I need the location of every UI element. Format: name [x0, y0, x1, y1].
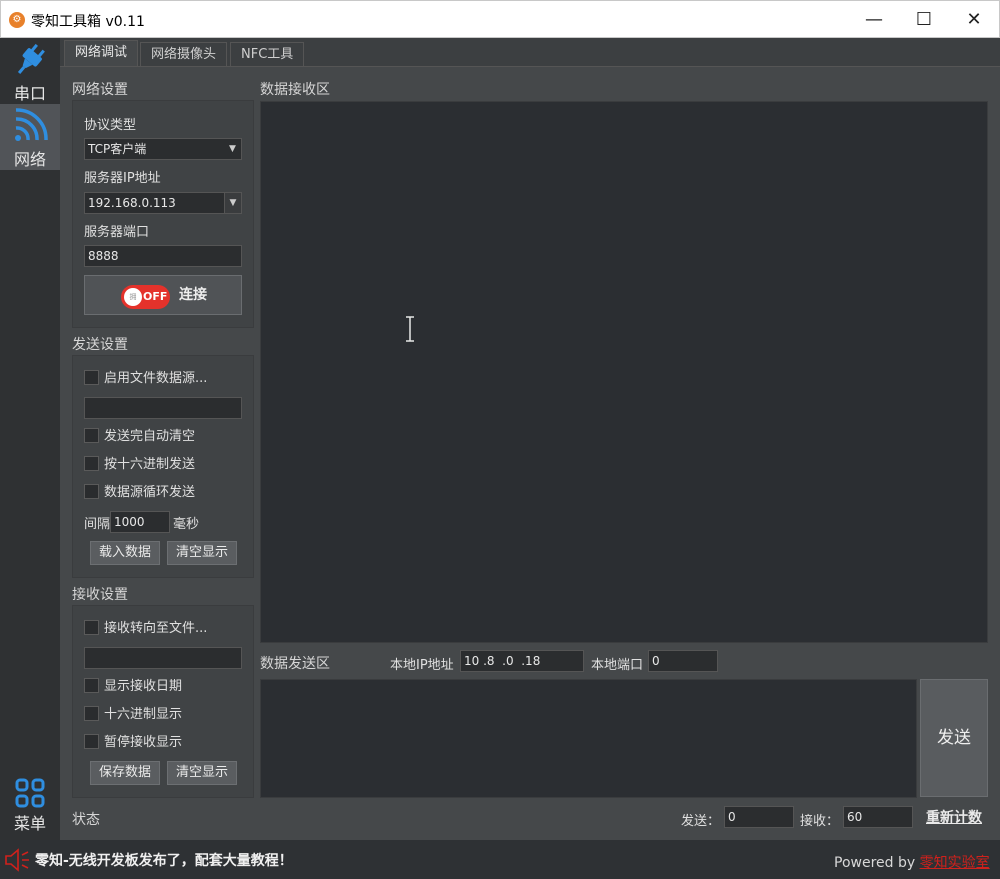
load-data-button[interactable]: 载入数据 — [90, 541, 160, 565]
send-button[interactable]: 发送 — [920, 679, 988, 797]
receive-area-title: 数据接收区 — [260, 82, 330, 98]
network-settings-title: 网络设置 — [72, 82, 128, 98]
sent-count-label: 发送： — [681, 814, 721, 829]
toggle-knob: 拥 — [124, 288, 142, 306]
receive-text-area[interactable] — [260, 101, 988, 643]
apps-grid-icon — [15, 778, 45, 808]
sent-count-value: 0 — [724, 806, 794, 828]
hex-display-checkbox[interactable]: 十六进制显示 — [84, 705, 182, 725]
pause-display-checkbox[interactable]: 暂停接收显示 — [84, 733, 182, 753]
send-area-title: 数据发送区 — [260, 656, 330, 672]
show-date-checkbox[interactable]: 显示接收日期 — [84, 677, 182, 697]
local-ip-label: 本地IP地址 — [390, 658, 454, 673]
clear-recv-display-button[interactable]: 清空显示 — [167, 761, 237, 785]
maximize-button[interactable]: ☐ — [899, 1, 949, 38]
nav-label-network: 网络 — [13, 150, 46, 169]
window-title: 零知工具箱 v0.11 — [31, 14, 145, 30]
receive-settings-title: 接收设置 — [72, 587, 128, 603]
auto-clear-label: 发送完自动清空 — [104, 429, 196, 444]
nav-label-menu: 菜单 — [13, 814, 46, 833]
powered-link[interactable]: 零知实验室 — [920, 855, 990, 871]
tab-bar: 网络调试 网络摄像头 NFC工具 — [60, 38, 1000, 67]
file-source-checkbox[interactable]: 启用文件数据源... — [84, 369, 207, 389]
chevron-down-icon: ▼ — [229, 144, 236, 154]
hex-send-checkbox[interactable]: 按十六进制发送 — [84, 455, 195, 475]
server-port-label: 服务器端口 — [84, 225, 150, 240]
loop-send-checkbox[interactable]: 数据源循环发送 — [84, 483, 195, 503]
checkbox[interactable] — [84, 370, 99, 385]
checkbox[interactable] — [84, 734, 99, 749]
recv-count-value: 60 — [843, 806, 913, 828]
pause-display-label: 暂停接收显示 — [104, 735, 183, 750]
text-cursor-icon — [406, 316, 414, 342]
interval-unit: 毫秒 — [173, 517, 200, 532]
reset-count-link[interactable]: 重新计数 — [926, 807, 982, 827]
checkbox[interactable] — [84, 678, 99, 693]
checkbox[interactable] — [84, 456, 99, 471]
powered-prefix: Powered by — [834, 855, 920, 871]
nav-item-network[interactable]: 网络 — [0, 104, 60, 170]
save-data-button[interactable]: 保存数据 — [90, 761, 160, 785]
file-source-label: 启用文件数据源... — [104, 371, 208, 386]
nav-label-serial: 串口 — [13, 84, 46, 103]
server-port-input[interactable]: 8888 — [84, 245, 242, 267]
local-port-label: 本地端口 — [591, 658, 644, 673]
server-ip-select[interactable]: 192.168.0.113 ▼ — [84, 192, 242, 214]
auto-clear-checkbox[interactable]: 发送完自动清空 — [84, 427, 195, 447]
protocol-value: TCP客户端 — [88, 142, 147, 156]
wifi-icon — [15, 108, 48, 141]
interval-input[interactable]: 1000 — [110, 511, 170, 533]
hex-send-label: 按十六进制发送 — [104, 457, 196, 472]
tab-network-debug[interactable]: 网络调试 — [64, 40, 139, 67]
send-settings-title: 发送设置 — [72, 337, 128, 353]
close-button[interactable]: ✕ — [949, 1, 999, 38]
nav-item-serial[interactable]: 串口 — [0, 38, 60, 104]
loop-send-label: 数据源循环发送 — [104, 485, 196, 500]
file-source-path-input[interactable] — [84, 397, 242, 419]
redirect-to-file-checkbox[interactable]: 接收转向至文件... — [84, 619, 207, 639]
status-label: 状态 — [72, 812, 100, 828]
gear-icon: ⚙ — [9, 12, 25, 28]
checkbox[interactable] — [84, 620, 99, 635]
tab-network-camera[interactable]: 网络摄像头 — [140, 42, 228, 67]
protocol-select[interactable]: TCP客户端 ▼ — [84, 138, 242, 160]
connect-label: 连接 — [179, 287, 207, 303]
show-date-label: 显示接收日期 — [104, 679, 183, 694]
toggle-state: OFF — [143, 290, 168, 303]
speaker-icon — [5, 848, 29, 872]
chevron-down-icon[interactable]: ▼ — [224, 193, 241, 213]
interval-label: 间隔 — [84, 517, 111, 532]
hex-display-label: 十六进制显示 — [104, 707, 183, 722]
footer-bar: 零知-无线开发板发布了，配套大量教程！ Powered by 零知实验室 — [0, 840, 1000, 879]
redirect-label: 接收转向至文件... — [104, 621, 208, 636]
redirect-path-input[interactable] — [84, 647, 242, 669]
checkbox[interactable] — [84, 706, 99, 721]
local-ip-input[interactable]: 10 .8 .0 .18 — [460, 650, 584, 672]
connection-toggle[interactable]: 拥 OFF — [121, 285, 170, 309]
server-ip-label: 服务器IP地址 — [84, 171, 161, 186]
minimize-button[interactable]: — — [849, 1, 899, 38]
recv-count-label: 接收： — [800, 814, 840, 829]
server-ip-value: 192.168.0.113 — [88, 196, 176, 210]
checkbox[interactable] — [84, 484, 99, 499]
connect-button[interactable]: 拥 OFF 连接 — [84, 275, 242, 315]
tab-nfc-tools[interactable]: NFC工具 — [230, 42, 305, 67]
main-content: 网络设置 协议类型 TCP客户端 ▼ 服务器IP地址 192.168.0.113… — [60, 66, 1000, 840]
news-banner[interactable]: 零知-无线开发板发布了，配套大量教程！ — [35, 850, 293, 870]
checkbox[interactable] — [84, 428, 99, 443]
left-sidebar: 串口 网络 菜单 — [0, 38, 60, 840]
clear-send-display-button[interactable]: 清空显示 — [167, 541, 237, 565]
plug-icon — [17, 43, 45, 74]
powered-by: Powered by 零知实验室 — [834, 852, 990, 872]
protocol-label: 协议类型 — [84, 118, 137, 133]
title-bar: ⚙ 零知工具箱 v0.11 — ☐ ✕ — [0, 0, 1000, 38]
local-port-input[interactable]: 0 — [648, 650, 718, 672]
nav-item-menu[interactable]: 菜单 — [0, 774, 60, 840]
send-text-area[interactable] — [260, 679, 917, 798]
